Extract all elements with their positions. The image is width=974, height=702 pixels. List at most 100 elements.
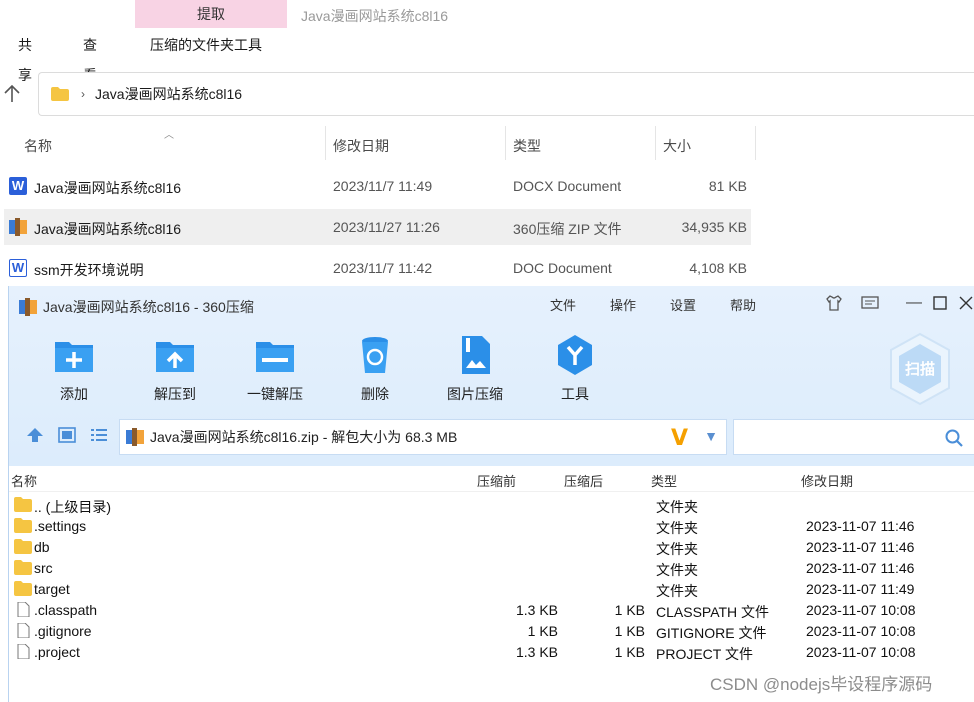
col-type[interactable]: 类型: [513, 136, 541, 156]
entry-type: CLASSPATH 文件: [656, 604, 770, 620]
entry-date: 2023-11-07 11:46: [806, 560, 915, 576]
one-click-extract-label: 一键解压: [247, 386, 303, 402]
column-headers: ︿ 名称 修改日期 类型 大小: [0, 126, 974, 160]
ribbon-tab-extract[interactable]: 提取: [135, 0, 287, 28]
zip-archive-icon: [9, 218, 27, 236]
feedback-icon[interactable]: [860, 293, 880, 313]
zip-entry-row[interactable]: target 文件夹 2023-11-07 11:49: [9, 578, 974, 599]
zip-archive-icon: [126, 428, 144, 446]
zip-entry-row[interactable]: .project 1.3 KB 1 KB PROJECT 文件 2023-11-…: [9, 641, 974, 662]
file-row-selected[interactable]: Java漫画网站系统c8l16 2023/11/27 11:26 360压缩 Z…: [4, 209, 751, 245]
folder-icon: [14, 539, 32, 554]
zip-entry-row[interactable]: .classpath 1.3 KB 1 KB CLASSPATH 文件 2023…: [9, 599, 974, 620]
zip-archive-icon: [19, 298, 37, 316]
col-divider[interactable]: [505, 126, 506, 160]
zip-entry-row[interactable]: .. (上级目录) 文件夹: [9, 494, 974, 515]
col-divider[interactable]: [755, 126, 756, 160]
zip-menu-settings[interactable]: 设置: [670, 295, 696, 314]
zip-col-after[interactable]: 压缩后: [564, 471, 603, 490]
watermark: CSDN @nodejs毕设程序源码: [710, 675, 933, 694]
v-logo-icon[interactable]: V: [671, 426, 688, 451]
file-size: 34,935 KB: [681, 219, 747, 235]
folder-icon: [14, 581, 32, 596]
entry-type: 文件夹: [656, 541, 698, 557]
entry-type: 文件夹: [656, 499, 698, 515]
entry-name: .classpath: [34, 602, 98, 618]
col-divider[interactable]: [655, 126, 656, 160]
chevron-right-icon[interactable]: ›: [81, 87, 85, 101]
zip-title-bar: Java漫画网站系统c8l16 - 360压缩: [19, 297, 254, 317]
zip-header: Java漫画网站系统c8l16 - 360压缩 文件 操作 设置 帮助 — 添加…: [9, 286, 974, 466]
minimize-icon[interactable]: —: [904, 293, 924, 313]
zip-menu-file[interactable]: 文件: [550, 295, 576, 314]
delete-button[interactable]: 删除: [335, 334, 415, 404]
file-icon: [17, 602, 30, 617]
zip-menu-help[interactable]: 帮助: [730, 295, 756, 314]
entry-type: 文件夹: [656, 583, 698, 599]
zip-col-before[interactable]: 压缩前: [477, 471, 516, 490]
entry-date: 2023-11-07 11:46: [806, 518, 915, 534]
file-name: Java漫画网站系统c8l16: [34, 221, 182, 237]
file-name: Java漫画网站系统c8l16: [34, 180, 182, 196]
scan-label: 扫描: [905, 360, 935, 378]
file-row[interactable]: W Java漫画网站系统c8l16 2023/11/7 11:49 DOCX D…: [4, 168, 751, 204]
zip-entry-row[interactable]: src 文件夹 2023-11-07 11:46: [9, 557, 974, 578]
file-type: DOC Document: [513, 260, 612, 276]
image-compress-label: 图片压缩: [447, 386, 503, 402]
zip-path-field[interactable]: Java漫画网站系统c8l16.zip - 解包大小为 68.3 MB V ▼: [119, 419, 727, 455]
entry-date: 2023-11-07 11:49: [806, 581, 915, 597]
add-button[interactable]: 添加: [34, 334, 114, 404]
entry-name: src: [34, 560, 53, 576]
delete-label: 删除: [361, 386, 389, 402]
scan-shield-icon[interactable]: 扫描: [887, 332, 953, 406]
up-level-icon[interactable]: [25, 426, 45, 444]
entry-date: 2023-11-07 10:08: [806, 644, 916, 660]
address-bar[interactable]: › Java漫画网站系统c8l16: [38, 72, 974, 116]
col-divider[interactable]: [325, 126, 326, 160]
entry-date: 2023-11-07 10:08: [806, 623, 916, 639]
menu-share[interactable]: 共享: [18, 30, 32, 90]
entry-date: 2023-11-07 10:08: [806, 602, 916, 618]
file-size: 81 KB: [708, 178, 747, 194]
skin-shirt-icon[interactable]: [824, 293, 844, 313]
folder-icon: [14, 497, 32, 512]
zip-window: Java漫画网站系统c8l16 - 360压缩 文件 操作 设置 帮助 — 添加…: [8, 286, 974, 702]
zip-entry-row[interactable]: db 文件夹 2023-11-07 11:46: [9, 536, 974, 557]
up-arrow-icon[interactable]: [2, 82, 22, 106]
address-path: Java漫画网站系统c8l16: [95, 86, 243, 102]
close-icon[interactable]: [956, 293, 974, 313]
col-size[interactable]: 大小: [663, 136, 691, 156]
file-row[interactable]: W ssm开发环境说明 2023/11/7 11:42 DOC Document…: [4, 250, 751, 286]
entry-size-before: 1 KB: [527, 623, 558, 639]
chevron-down-icon[interactable]: ▼: [704, 428, 718, 444]
col-date[interactable]: 修改日期: [333, 136, 389, 156]
zip-col-date[interactable]: 修改日期: [801, 471, 853, 490]
file-type: DOCX Document: [513, 178, 622, 194]
list-view-icon[interactable]: [89, 426, 109, 444]
entry-type: 文件夹: [656, 562, 698, 578]
one-click-extract-icon: [256, 342, 294, 372]
entry-name: .. (上级目录): [34, 499, 111, 515]
zip-search-input[interactable]: [733, 419, 974, 455]
one-click-extract-button[interactable]: 一键解压: [235, 334, 315, 404]
thumbnail-view-icon[interactable]: [57, 426, 77, 444]
search-icon[interactable]: [944, 428, 964, 448]
menu-compressed-folder-tools[interactable]: 压缩的文件夹工具: [150, 30, 262, 60]
zip-menu-operate[interactable]: 操作: [610, 295, 636, 314]
zip-col-type[interactable]: 类型: [651, 471, 677, 490]
tools-button[interactable]: 工具: [535, 334, 615, 404]
col-name[interactable]: 名称: [24, 136, 52, 156]
image-compress-button[interactable]: 图片压缩: [435, 334, 515, 404]
zip-col-name[interactable]: 名称: [11, 471, 37, 490]
entry-type: PROJECT 文件: [656, 646, 753, 662]
extract-to-button[interactable]: 解压到: [135, 334, 215, 404]
file-type: 360压缩 ZIP 文件: [513, 221, 622, 237]
zip-entry-row[interactable]: .gitignore 1 KB 1 KB GITIGNORE 文件 2023-1…: [9, 620, 974, 641]
maximize-icon[interactable]: [930, 293, 950, 313]
extract-folder-icon: [156, 342, 194, 372]
entry-name: db: [34, 539, 50, 555]
add-folder-icon: [55, 342, 93, 372]
file-icon: [17, 623, 30, 638]
zip-entry-row[interactable]: .settings 文件夹 2023-11-07 11:46: [9, 515, 974, 536]
sort-caret-icon: ︿: [164, 130, 174, 141]
